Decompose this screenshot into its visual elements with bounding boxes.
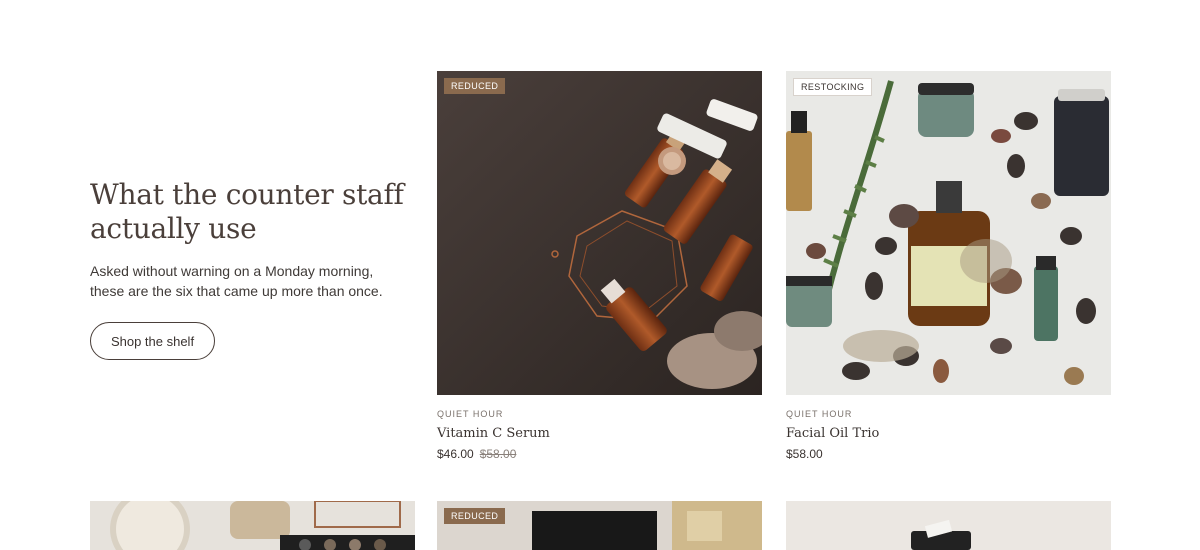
product-card-cropped[interactable] [786, 501, 1111, 550]
regular-price: $58.00 [786, 447, 823, 461]
section-heading: What the counter staff actually use [90, 178, 404, 245]
reduced-badge: REDUCED [444, 78, 506, 94]
product-price: $58.00 [786, 447, 1111, 461]
palette-image [90, 501, 415, 550]
intro-block: What the counter staff actually use Aske… [90, 178, 410, 360]
product-card-cropped[interactable] [90, 501, 415, 550]
serum-bottles-image [437, 71, 762, 395]
product-card-cropped[interactable]: REDUCED [437, 501, 762, 550]
restocking-badge: RESTOCKING [793, 78, 873, 96]
product-image[interactable]: REDUCED [437, 71, 762, 395]
product-card[interactable]: REDUCED QUIET HOUR Vitamin C Serum $46.0… [437, 71, 762, 461]
product-price: $46.00 $58.00 [437, 447, 762, 461]
product-vendor: QUIET HOUR [437, 409, 504, 419]
facial-oil-trio-image [786, 71, 1111, 395]
product-title[interactable]: Vitamin C Serum [437, 426, 762, 441]
shop-the-shelf-button[interactable]: Shop the shelf [90, 322, 215, 360]
cleanser-image [786, 501, 1111, 550]
sale-price: $46.00 [437, 447, 474, 461]
product-title[interactable]: Facial Oil Trio [786, 426, 1111, 441]
section-description: Asked without warning on a Monday mornin… [90, 263, 383, 299]
compare-at-price: $58.00 [479, 447, 517, 461]
product-image[interactable]: RESTOCKING [786, 71, 1111, 395]
product-card[interactable]: RESTOCKING QUIET HOUR Facial Oil Trio $5… [786, 71, 1111, 461]
reduced-badge: REDUCED [444, 508, 506, 524]
collection-section: What the counter staff actually use Aske… [0, 0, 1200, 550]
product-vendor: QUIET HOUR [786, 409, 853, 419]
